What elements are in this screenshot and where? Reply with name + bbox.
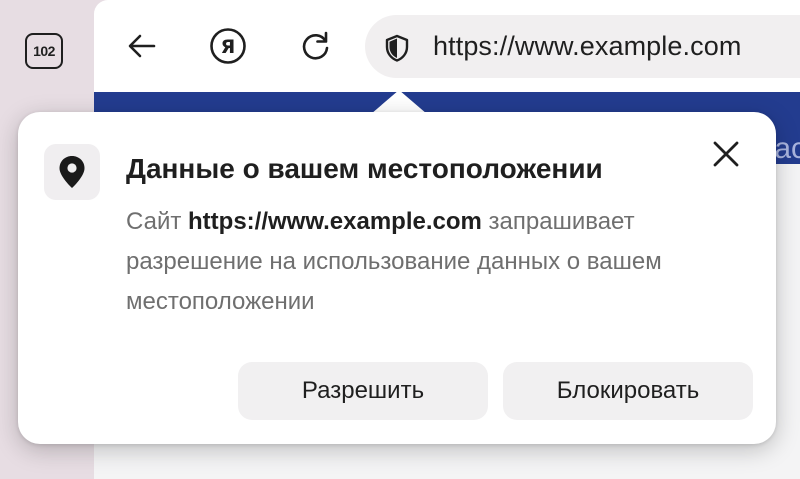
address-text[interactable]: https://www.example.com [433, 31, 741, 62]
yandex-logo-icon: Я [210, 28, 246, 64]
shield-icon[interactable] [383, 33, 411, 63]
popup-title: Данные о вашем местоположении [126, 153, 603, 184]
location-pin-icon [59, 156, 85, 188]
requesting-site: https://www.example.com [188, 208, 482, 235]
reload-icon [302, 31, 329, 60]
address-bar[interactable]: https://www.example.com [365, 15, 800, 78]
browser-toolbar: Я https://www.example.com [94, 0, 800, 92]
close-icon [713, 141, 739, 167]
yandex-button[interactable]: Я [206, 24, 250, 68]
location-icon-tile [44, 144, 100, 200]
popup-description: Сайт https://www.example.com запрашивает… [126, 202, 746, 322]
location-permission-popup: Данные о вашем местоположении Сайт https… [18, 112, 776, 444]
block-button[interactable]: Блокировать [503, 362, 753, 420]
reload-button[interactable] [294, 24, 338, 68]
tab-counter-button[interactable]: 102 [25, 33, 63, 69]
popup-pointer [371, 90, 427, 114]
svg-text:Я: Я [221, 36, 236, 58]
arrow-left-icon [128, 34, 156, 58]
description-prefix: Сайт [126, 208, 189, 235]
close-button[interactable] [708, 136, 744, 172]
allow-button[interactable]: Разрешить [238, 362, 488, 420]
back-button[interactable] [120, 24, 164, 68]
banner-text: ac [774, 132, 800, 165]
